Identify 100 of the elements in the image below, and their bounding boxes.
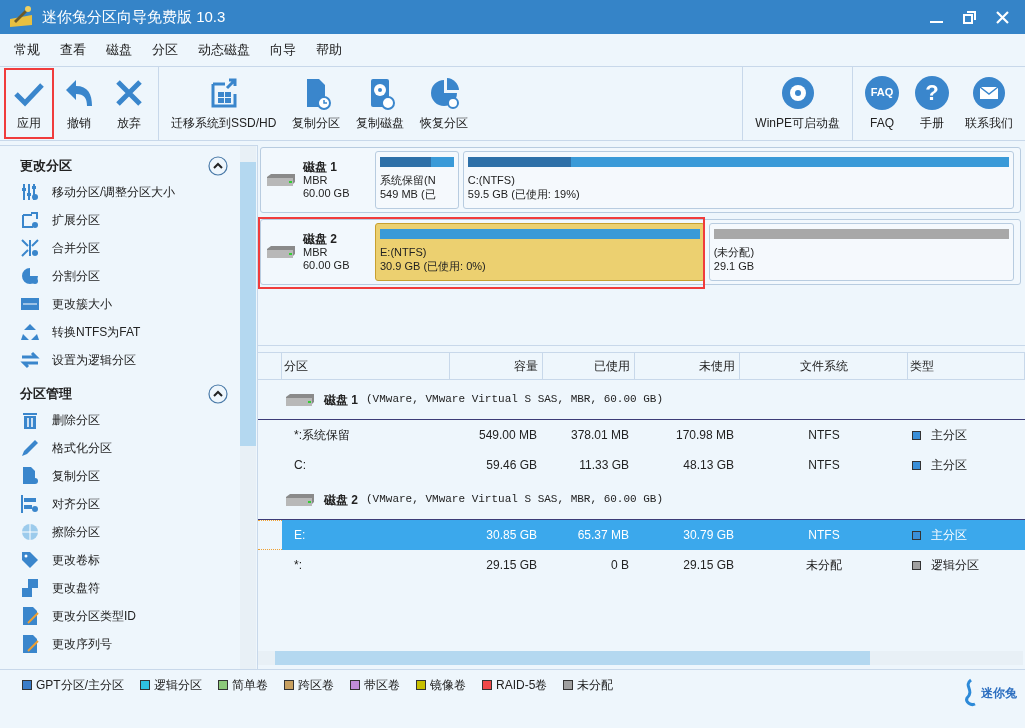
table-cell-text: NTFS [807,427,841,444]
legend-label: 未分配 [577,677,614,694]
toolbar-button[interactable]: 撤销 [54,68,104,139]
table-cell-text: *: [293,557,303,574]
table-cell-text: NTFS [807,527,841,544]
menu-item[interactable]: 查看 [50,40,96,60]
table-cell-text: 65.37 MB [576,527,630,544]
sidebar-item[interactable]: 更改分区类型ID [52,607,136,625]
hard-drive-icon [265,173,297,187]
table-cell-text: E: [293,527,307,544]
sidebar-item[interactable]: 设置为逻辑分区 [52,351,136,369]
column-header[interactable]: 未使用 [635,353,740,379]
sidebar-item[interactable]: 合并分区 [52,239,100,257]
sidebar-item[interactable]: 更改卷标 [52,551,100,569]
partition-label: C:(NTFS) [467,173,516,187]
disk-card[interactable]: 磁盘 1 MBR 60.00 GB 系统保留(N 549 MB (已 C:(NTFS) 59.5 GB (已使用: 19%) [260,147,1021,213]
menu-item[interactable]: 帮助 [306,40,352,60]
resize-icon [20,210,40,230]
envelope-icon [972,75,1006,110]
sidebar-item[interactable]: 格式化分区 [52,439,112,457]
sidebar-item[interactable]: 擦除分区 [52,523,100,541]
section-title: 分区管理 [20,385,72,404]
brand-name: 迷你兔 [981,685,1017,702]
table-cell-text: 549.00 MB [477,427,538,444]
partition-label: E:(NTFS) [380,245,428,259]
sidebar-item[interactable]: 复制分区 [52,467,100,485]
table-cell-text: 30.85 GB [485,527,538,544]
toolbar-button[interactable]: 复制分区 [284,68,349,139]
partition-block[interactable]: 系统保留(N 549 MB (已 [375,151,459,209]
table-cell-text: 11.33 GB [578,457,630,474]
partition-block[interactable]: E:(NTFS) 30.9 GB (已使用: 0%) [375,223,705,281]
sidebar-item[interactable]: 删除分区 [52,411,100,429]
table-cell-text: 29.15 GB [682,557,735,574]
table-row[interactable]: *: 29.15 GB 0 B 29.15 GB 未分配 逻辑分区 [282,550,1025,580]
section-title: 更改分区 [20,157,72,176]
document-pencil-icon [20,606,40,626]
restore-icon[interactable] [963,10,976,24]
sidebar-item[interactable]: 分割分区 [52,267,100,285]
toolbar-button[interactable]: WinPE可启动盘 [747,68,848,139]
partition-detail: 59.5 GB (已使用: 19%) [467,187,581,201]
swirl-logo-icon [963,678,977,708]
swap-arrows-icon [20,350,40,370]
column-header[interactable]: 类型 [908,353,1025,379]
legend-label: GPT分区/主分区 [36,677,124,694]
table-row[interactable]: C: 59.46 GB 11.33 GB 48.13 GB NTFS 主分区 [282,450,1025,480]
squares-icon [20,578,40,598]
vertical-scrollbar[interactable] [240,146,256,670]
menu-item[interactable]: 磁盘 [96,40,142,60]
horizontal-scrollbar[interactable] [258,651,1023,665]
column-header[interactable]: 文件系统 [740,353,908,379]
close-icon[interactable] [996,10,1009,24]
pencil-icon [20,438,40,458]
table-cell-text: 主分区 [931,427,967,444]
menu-item[interactable]: 向导 [260,40,306,60]
menu-item[interactable]: 动态磁盘 [188,40,260,60]
toolbar-button[interactable]: 放弃 [104,68,154,139]
disk-size: 60.00 GB [303,186,351,200]
toolbar-button[interactable]: FAQ FAQ [857,68,907,139]
legend-label: 跨区卷 [298,677,334,694]
sidebar-item[interactable]: 更改序列号 [52,635,112,653]
column-header[interactable]: 已使用 [543,353,635,379]
toolbar-button[interactable]: 恢复分区 [412,68,477,139]
menu-item[interactable]: 分区 [142,40,188,60]
tag-icon [20,550,40,570]
disk-name: 磁盘 1 [303,160,338,174]
collapse-chevron-icon[interactable] [208,384,228,404]
sidebar-item[interactable]: 移动分区/调整分区大小 [52,183,176,201]
column-header[interactable]: 分区 [282,353,450,379]
table-cell-text: 30.79 GB [682,527,735,544]
column-header[interactable]: 容量 [450,353,543,379]
sidebar-item[interactable]: 对齐分区 [52,495,100,513]
table-cell-text: C: [293,457,307,474]
table-cell-text: *:系统保留 [293,427,351,444]
menu-item[interactable]: 常规 [4,40,50,60]
toolbar-button[interactable]: 联系我们 [957,68,1021,139]
table-cell-text: NTFS [807,457,841,474]
circle-badge-icon: ? [915,75,949,110]
circle-badge-icon: FAQ [865,75,899,110]
disk-name: 磁盘 2 [324,491,358,509]
window-title: 迷你兔分区向导免费版 10.3 [42,6,226,27]
partition-block[interactable]: C:(NTFS) 59.5 GB (已使用: 19%) [462,151,1014,209]
hard-drive-icon [284,392,316,407]
table-cell-text: 378.01 MB [569,427,630,444]
sidebar-item[interactable]: 更改簇大小 [52,295,112,313]
align-icon [20,494,40,514]
disk-scheme: MBR [303,245,329,259]
disk-size: 60.00 GB [303,258,351,272]
collapse-chevron-icon[interactable] [208,156,228,176]
table-row[interactable]: *:系统保留 549.00 MB 378.01 MB 170.98 MB NTFS 主分区 [282,420,1025,450]
toolbar-button[interactable]: 复制磁盘 [348,68,413,139]
table-cell-text: 59.46 GB [485,457,538,474]
toolbar-button[interactable]: 迁移系统到SSD/HD [163,68,285,139]
partition-detail: 29.1 GB [713,259,756,273]
partition-block[interactable]: (未分配) 29.1 GB [708,223,1014,281]
sidebar-item[interactable]: 更改盘符 [52,579,100,597]
sidebar-item[interactable]: 转换NTFS为FAT [52,323,141,341]
toolbar-button[interactable]: 应用 [4,68,54,139]
sidebar-item[interactable]: 扩展分区 [52,211,100,229]
toolbar-button[interactable]: ? 手册 [907,68,957,139]
disc-icon [780,75,815,110]
